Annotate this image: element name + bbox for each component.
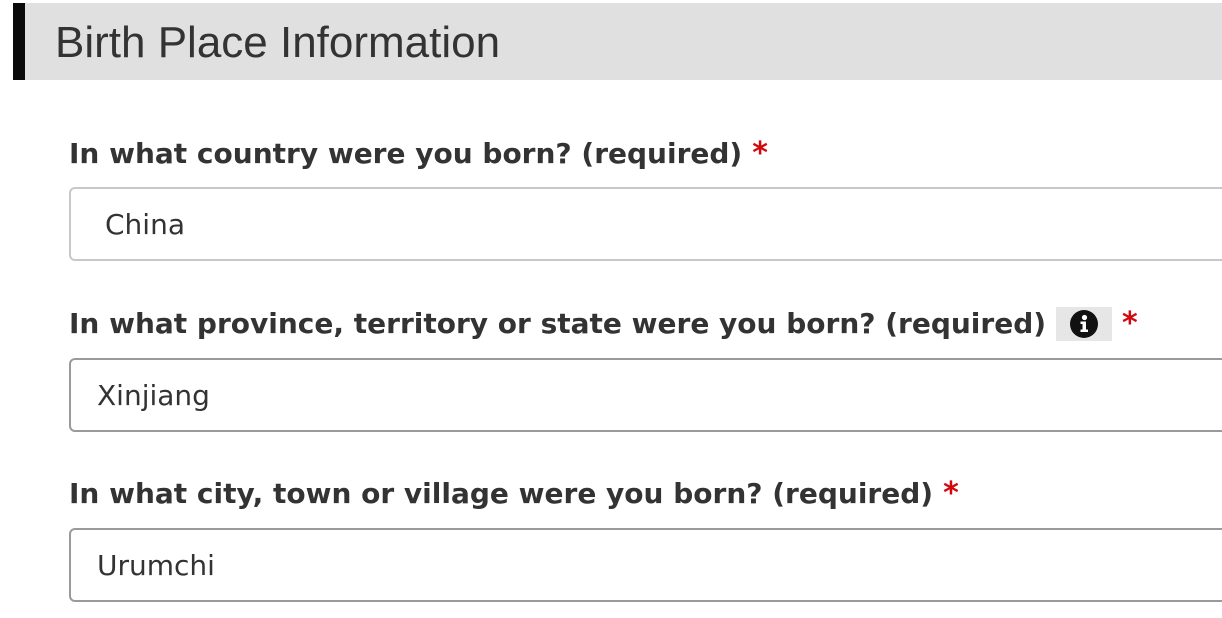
province-input[interactable] bbox=[69, 358, 1222, 432]
province-field-label: In what province, territory or state wer… bbox=[69, 306, 1138, 342]
city-label-text: In what city, town or village were you b… bbox=[69, 477, 934, 510]
country-input[interactable] bbox=[69, 187, 1222, 261]
city-input[interactable] bbox=[69, 528, 1222, 602]
country-label-text: In what country were you born? (required… bbox=[69, 137, 743, 170]
info-button[interactable] bbox=[1056, 307, 1113, 341]
country-field-label: In what country were you born? (required… bbox=[69, 136, 768, 172]
city-field-label: In what city, town or village were you b… bbox=[69, 476, 959, 512]
province-label-text: In what province, territory or state wer… bbox=[69, 307, 1047, 340]
info-circle-icon bbox=[1070, 310, 1099, 338]
required-asterisk: * bbox=[943, 476, 959, 511]
section-header: Birth Place Information bbox=[13, 3, 1222, 80]
required-asterisk: * bbox=[1122, 306, 1138, 341]
section-title: Birth Place Information bbox=[55, 18, 501, 67]
required-asterisk: * bbox=[752, 136, 768, 171]
